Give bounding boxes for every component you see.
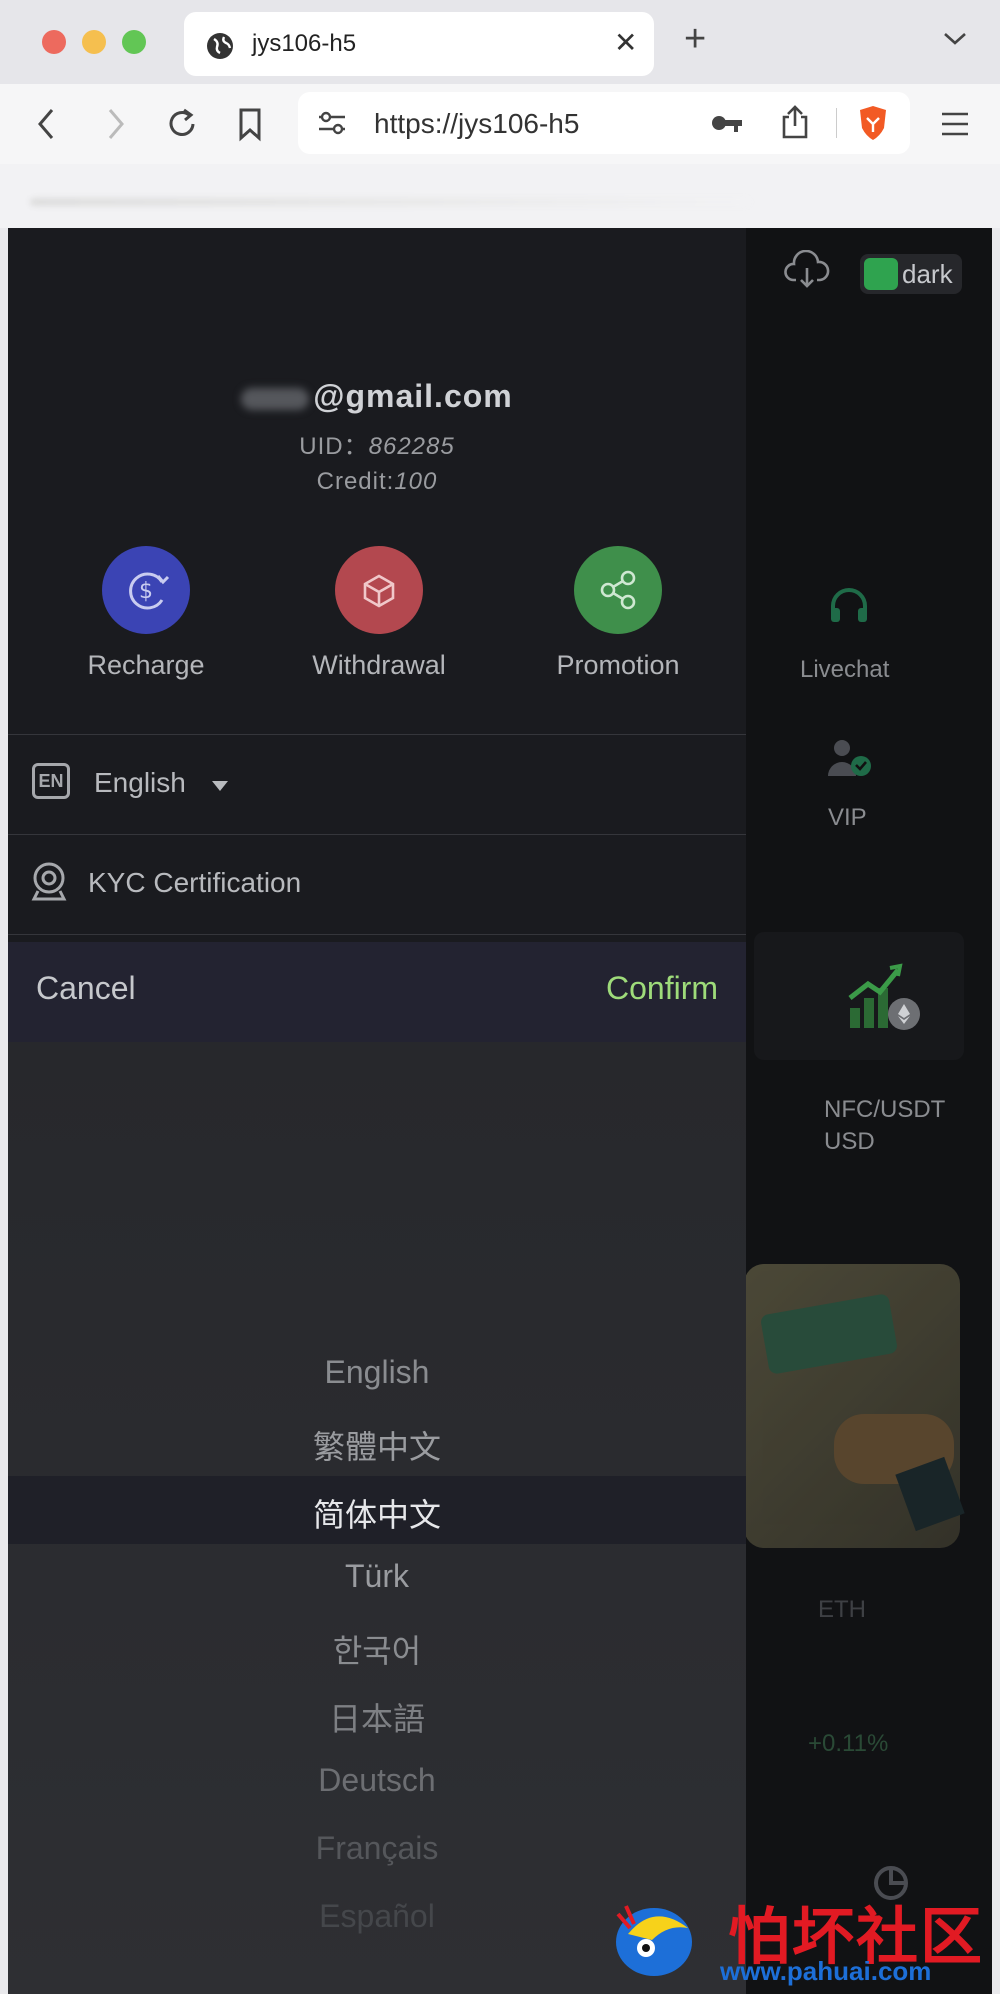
chart-growth-icon: [846, 958, 926, 1039]
vip-label[interactable]: VIP: [828, 804, 867, 832]
promotion-button[interactable]: Promotion: [498, 546, 738, 681]
theme-label: dark: [902, 259, 953, 289]
divider: [8, 934, 746, 935]
pair-unit-label: USD: [824, 1128, 875, 1155]
recharge-button[interactable]: $ Recharge: [26, 546, 266, 681]
language-selector[interactable]: EN English: [8, 735, 746, 833]
coin-label: ETH: [818, 1596, 866, 1623]
share-icon: [574, 546, 662, 634]
app-viewport: dark Livechat VIP NFC/USDT USD ETH +0.11…: [8, 228, 992, 1994]
new-tab-icon[interactable]: +: [684, 20, 706, 58]
share-page-icon[interactable]: [780, 104, 810, 145]
user-credit: Credit:100: [316, 468, 438, 495]
browser-tab[interactable]: jys106-h5 ✕: [184, 12, 654, 76]
separator: [836, 108, 837, 138]
url-text: https://jys106-h5: [374, 108, 580, 139]
side-drawer: @gmail.com UID：862285 Credit:100 $ Recha…: [8, 228, 746, 1994]
recharge-label: Recharge: [87, 650, 205, 680]
reload-icon[interactable]: [164, 104, 200, 149]
picker-option[interactable]: Türk: [8, 1558, 746, 1595]
watermark-logo-icon: [608, 1884, 704, 1993]
language-badge-icon: EN: [32, 763, 70, 799]
picker-option[interactable]: 한국어: [8, 1626, 746, 1672]
camera-icon: [30, 861, 68, 906]
user-uid: UID：862285: [299, 433, 455, 460]
dollar-cycle-icon: $: [102, 546, 190, 634]
kyc-certification-item[interactable]: KYC Certification: [8, 835, 746, 933]
headset-icon[interactable]: [826, 584, 872, 633]
brave-shield-icon[interactable]: [856, 104, 890, 147]
window-close-button[interactable]: [42, 30, 66, 54]
browser-toolbar: https://jys106-h5: [0, 84, 1000, 164]
window-minimize-button[interactable]: [82, 30, 106, 54]
bookmark-icon[interactable]: [236, 104, 264, 149]
toggle-knob: [864, 258, 898, 290]
globe-icon: [206, 32, 234, 65]
withdrawal-label: Withdrawal: [312, 650, 446, 680]
promo-banner[interactable]: [744, 1264, 965, 1548]
close-tab-icon[interactable]: ✕: [614, 26, 637, 59]
change-label: +0.11%: [808, 1730, 889, 1757]
svg-text:$: $: [139, 579, 153, 604]
forward-icon[interactable]: [100, 104, 130, 149]
livechat-label[interactable]: Livechat: [800, 656, 889, 684]
watermark-url: www.pahuai.com: [720, 1956, 932, 1986]
picker-header: Cancel Confirm: [8, 942, 746, 1042]
cancel-button[interactable]: Cancel: [36, 970, 136, 1007]
box-icon: [335, 546, 423, 634]
kyc-label: KYC Certification: [88, 867, 302, 898]
chevron-down-icon[interactable]: [942, 30, 968, 53]
watermark: 怕坏社区 www.pahuai.com: [608, 1884, 998, 1994]
caret-down-icon: [210, 779, 230, 798]
download-icon[interactable]: [784, 249, 830, 295]
user-email: @gmail.com: [8, 378, 746, 415]
key-icon[interactable]: [710, 110, 744, 141]
address-bar[interactable]: https://jys106-h5: [298, 92, 910, 154]
site-settings-icon[interactable]: [316, 108, 348, 143]
theme-toggle[interactable]: dark: [860, 254, 962, 294]
picker-option-selected[interactable]: 简体中文: [8, 1490, 746, 1536]
picker-option[interactable]: 日本語: [8, 1694, 746, 1740]
back-icon[interactable]: [32, 104, 62, 149]
promotion-label: Promotion: [556, 650, 680, 680]
picker-option[interactable]: Deutsch: [8, 1762, 746, 1799]
picker-option[interactable]: English: [8, 1354, 746, 1391]
browser-tab-bar: jys106-h5 ✕ +: [0, 0, 1000, 84]
tab-title: jys106-h5: [252, 30, 357, 57]
window-zoom-button[interactable]: [122, 30, 146, 54]
picker-option[interactable]: 繁體中文: [8, 1422, 746, 1468]
card-image: [759, 1293, 899, 1375]
picker-option[interactable]: Français: [8, 1830, 746, 1867]
vip-icon[interactable]: [826, 738, 876, 783]
language-current: English: [94, 767, 186, 798]
withdrawal-button[interactable]: Withdrawal: [259, 546, 499, 681]
menu-icon[interactable]: [940, 110, 970, 143]
confirm-button[interactable]: Confirm: [606, 970, 718, 1007]
pair-label: NFC/USDT: [824, 1096, 946, 1123]
page-header-haze: [0, 164, 1000, 228]
email-redaction: [241, 387, 310, 410]
